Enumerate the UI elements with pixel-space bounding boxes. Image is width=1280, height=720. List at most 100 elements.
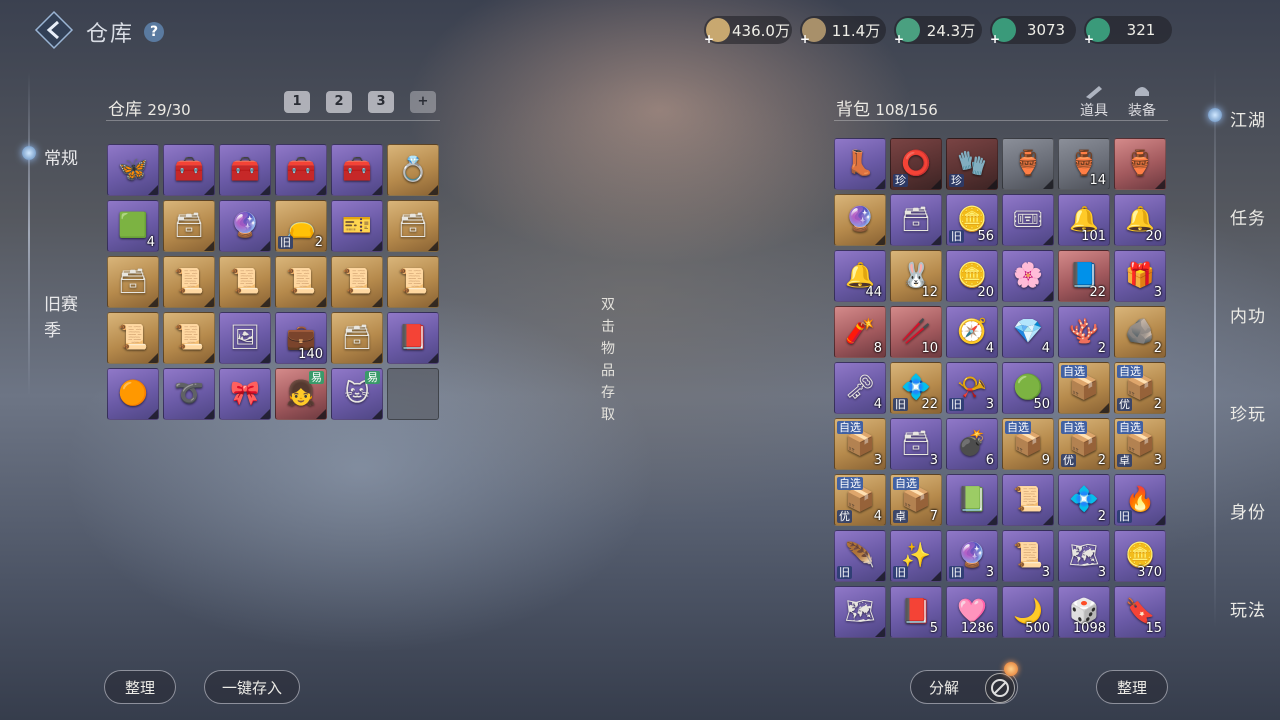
- backpack-slot[interactable]: 📜: [1002, 474, 1054, 526]
- warehouse-slot[interactable]: 🗃: [387, 200, 439, 252]
- backpack-slot[interactable]: 🏺: [1002, 138, 1054, 190]
- backpack-slot[interactable]: 💣 6: [946, 418, 998, 470]
- nav-tasks[interactable]: 任务: [1230, 204, 1266, 229]
- warehouse-tab-3[interactable]: 3: [368, 91, 394, 113]
- sort-backpack-button[interactable]: 整理: [1096, 670, 1168, 704]
- warehouse-slot[interactable]: 🎫: [331, 200, 383, 252]
- currency-coin[interactable]: 11.4万: [800, 16, 886, 46]
- backpack-slot[interactable]: 🔥 旧: [1114, 474, 1166, 526]
- backpack-slot[interactable]: 🏺 14: [1058, 138, 1110, 190]
- warehouse-slot[interactable]: 💼 140: [275, 312, 327, 364]
- tab-normal[interactable]: 常规: [44, 144, 78, 169]
- backpack-slot[interactable]: 🏺: [1114, 138, 1166, 190]
- deposit-all-button[interactable]: 一键存入: [204, 670, 300, 704]
- backpack-slot[interactable]: 🪙 旧 56: [946, 194, 998, 246]
- tab-props[interactable]: 道具: [1074, 84, 1114, 120]
- warehouse-tab-1[interactable]: 1: [284, 91, 310, 113]
- backpack-slot[interactable]: 🗃 3: [890, 418, 942, 470]
- warehouse-slot[interactable]: 🧰: [219, 144, 271, 196]
- backpack-slot[interactable]: 📦 自选 3: [834, 418, 886, 470]
- backpack-slot[interactable]: 🗝 4: [834, 362, 886, 414]
- tab-old-season[interactable]: 旧赛季: [44, 292, 84, 344]
- backpack-slot[interactable]: 🗺 3: [1058, 530, 1110, 582]
- backpack-slot[interactable]: 🔔 20: [1114, 194, 1166, 246]
- backpack-slot[interactable]: 🌸: [1002, 250, 1054, 302]
- warehouse-slot[interactable]: 🦋: [107, 144, 159, 196]
- backpack-slot[interactable]: 🗃: [890, 194, 942, 246]
- warehouse-slot[interactable]: 📜: [387, 256, 439, 308]
- backpack-slot[interactable]: 🔮: [834, 194, 886, 246]
- currency-jade[interactable]: 24.3万: [894, 16, 982, 46]
- backpack-slot[interactable]: ✨ 旧: [890, 530, 942, 582]
- backpack-slot[interactable]: 🪙 20: [946, 250, 998, 302]
- warehouse-slot[interactable]: 📜: [275, 256, 327, 308]
- nav-jianghu[interactable]: 江湖: [1230, 106, 1266, 131]
- warehouse-slot[interactable]: 🟠: [107, 368, 159, 420]
- warehouse-tab-add[interactable]: +: [410, 91, 436, 113]
- backpack-slot[interactable]: 📦 自选卓 3: [1114, 418, 1166, 470]
- backpack-slot[interactable]: 💠 旧 22: [890, 362, 942, 414]
- backpack-slot[interactable]: 📦 自选 9: [1002, 418, 1054, 470]
- backpack-slot[interactable]: 📦 自选优 4: [834, 474, 886, 526]
- backpack-slot[interactable]: 🔮 旧 3: [946, 530, 998, 582]
- warehouse-slot[interactable]: 📜: [163, 312, 215, 364]
- backpack-slot[interactable]: 🥢 10: [890, 306, 942, 358]
- back-button[interactable]: [34, 10, 74, 50]
- warehouse-slot[interactable]: 🧰: [275, 144, 327, 196]
- warehouse-slot[interactable]: 🎀: [219, 368, 271, 420]
- backpack-slot[interactable]: 🎲 1098: [1058, 586, 1110, 638]
- backpack-slot[interactable]: 🟢 50: [1002, 362, 1054, 414]
- backpack-slot[interactable]: 🧨 8: [834, 306, 886, 358]
- nav-gameplay[interactable]: 玩法: [1230, 596, 1266, 621]
- tab-equipment[interactable]: 装备: [1122, 84, 1162, 120]
- backpack-slot[interactable]: 🔔 101: [1058, 194, 1110, 246]
- warehouse-slot[interactable]: 👧 易: [275, 368, 327, 420]
- nav-treasures[interactable]: 珍玩: [1230, 400, 1266, 425]
- nav-inner-skill[interactable]: 内功: [1230, 302, 1266, 327]
- question-icon[interactable]: ?: [144, 22, 164, 42]
- backpack-slot[interactable]: 🔖 15: [1114, 586, 1166, 638]
- backpack-slot[interactable]: 📕 5: [890, 586, 942, 638]
- backpack-slot[interactable]: 📘 22: [1058, 250, 1110, 302]
- backpack-slot[interactable]: 🪨 2: [1114, 306, 1166, 358]
- backpack-slot[interactable]: 📦 自选: [1058, 362, 1110, 414]
- backpack-slot[interactable]: 📦 自选卓 7: [890, 474, 942, 526]
- backpack-slot[interactable]: 👢: [834, 138, 886, 190]
- backpack-slot[interactable]: 📗: [946, 474, 998, 526]
- nav-identity[interactable]: 身份: [1230, 498, 1266, 523]
- backpack-slot[interactable]: 🪙 370: [1114, 530, 1166, 582]
- warehouse-slot[interactable]: 🔮: [219, 200, 271, 252]
- backpack-slot[interactable]: 📦 自选优 2: [1058, 418, 1110, 470]
- warehouse-slot[interactable]: 🐱 易: [331, 368, 383, 420]
- warehouse-tab-2[interactable]: 2: [326, 91, 352, 113]
- backpack-slot[interactable]: 🌙 500: [1002, 586, 1054, 638]
- backpack-slot[interactable]: 🧤 珍: [946, 138, 998, 190]
- backpack-slot[interactable]: 📦 自选优 2: [1114, 362, 1166, 414]
- backpack-slot[interactable]: 🔔 44: [834, 250, 886, 302]
- backpack-slot[interactable]: 📜 3: [1002, 530, 1054, 582]
- backpack-slot[interactable]: 🐰 12: [890, 250, 942, 302]
- backpack-slot[interactable]: 🎟: [1002, 194, 1054, 246]
- warehouse-slot[interactable]: 📜: [219, 256, 271, 308]
- warehouse-slot[interactable]: 🖼: [219, 312, 271, 364]
- sort-warehouse-button[interactable]: 整理: [104, 670, 176, 704]
- decompose-button[interactable]: 分解: [910, 670, 1018, 704]
- warehouse-slot[interactable]: 📜: [163, 256, 215, 308]
- backpack-slot[interactable]: 🪶 旧: [834, 530, 886, 582]
- currency-jade-token[interactable]: 321: [1084, 16, 1172, 46]
- warehouse-slot[interactable]: 🧰: [163, 144, 215, 196]
- warehouse-slot[interactable]: 🗃: [163, 200, 215, 252]
- warehouse-slot[interactable]: 📜: [107, 312, 159, 364]
- currency-scroll[interactable]: 436.0万: [704, 16, 792, 46]
- warehouse-slot[interactable]: 🧰: [331, 144, 383, 196]
- currency-jade-gem[interactable]: 3073: [990, 16, 1076, 46]
- backpack-slot[interactable]: 💎 4: [1002, 306, 1054, 358]
- backpack-slot[interactable]: 🪸 2: [1058, 306, 1110, 358]
- warehouse-slot[interactable]: 👝 旧 2: [275, 200, 327, 252]
- warehouse-slot[interactable]: [387, 368, 439, 420]
- backpack-slot[interactable]: 🗺: [834, 586, 886, 638]
- backpack-slot[interactable]: 🎁 3: [1114, 250, 1166, 302]
- backpack-slot[interactable]: 🩷 1286: [946, 586, 998, 638]
- warehouse-slot[interactable]: 🗃: [107, 256, 159, 308]
- backpack-slot[interactable]: 💠 2: [1058, 474, 1110, 526]
